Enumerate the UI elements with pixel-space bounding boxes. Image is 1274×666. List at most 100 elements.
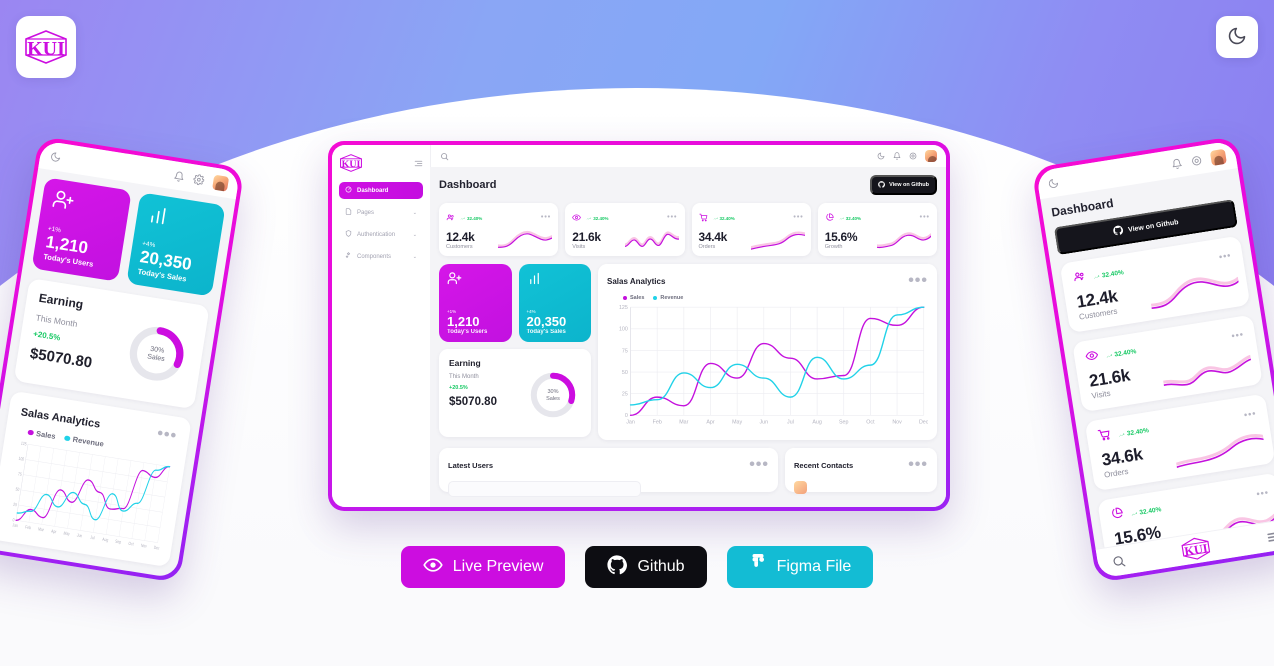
view-on-github-button[interactable]: View on Github [870,175,937,195]
earning-card[interactable]: Earning This Month +20.5% $5070.80 30% S… [13,278,210,410]
brand-logo[interactable]: KUI [16,16,76,78]
legend-swatch [653,296,658,300]
figma-icon [749,553,767,581]
eye-icon [423,555,443,580]
svg-text:Feb: Feb [25,524,32,531]
todays-sales-card[interactable]: +4% 20,350 Today's Sales [125,192,226,297]
theme-toggle-button[interactable] [1216,16,1258,58]
svg-text:Sep: Sep [839,419,849,425]
card-title: Latest Users [448,460,494,470]
more-options-icon[interactable]: ••• [667,214,677,221]
stat-card-growth[interactable]: 32.40% ••• 15.6% Growth [817,203,937,256]
search-icon[interactable] [440,152,449,161]
dashboard-icon [345,186,352,195]
svg-text:KUI: KUI [342,159,361,170]
github-button[interactable]: Github [585,546,707,588]
change-badge: 32.40% [1092,269,1124,281]
desktop-mockup: KUI Dashboard Pages ⌄ Authentication ⌄ C… [328,141,950,511]
customers-icon [446,209,455,227]
sidebar-item-authentication[interactable]: Authentication ⌄ [339,226,423,243]
analytics-card[interactable]: Salas Analytics ••• Sales Revenue 0 25 5… [598,264,937,441]
earning-card[interactable]: Earning This Month +20.5% $5070.80 30% S… [439,349,591,437]
moon-icon[interactable] [49,150,62,163]
todays-users-card[interactable]: +1% 1,210 Today's Users [439,264,512,342]
stat-header: 32.40% ••• [572,209,677,227]
sidebar-collapse-icon[interactable] [414,159,423,168]
bell-icon[interactable] [893,152,901,160]
desktop-main: Dashboard View on Github 32.40% ••• 12.4… [430,145,946,507]
phone-left-gradient-cards: +1% 1,210 Today's Users +4% 20,350 Today… [31,177,226,297]
todays-sales-card[interactable]: +4% 20,350 Today's Sales [518,264,591,342]
stat-cards-row: 32.40% ••• 12.4k Customers 32.40% ••• 21… [439,203,937,256]
avatar[interactable] [925,150,937,162]
analytics-title: Salas Analytics [19,406,102,431]
github-button-label: View on Github [1127,218,1179,234]
list-item [448,481,641,498]
more-options-icon[interactable]: ••• [1256,487,1270,499]
avatar[interactable] [212,174,230,192]
more-options-icon[interactable]: ••• [156,425,178,446]
gear-icon[interactable] [1190,154,1203,167]
sidebar-item-label: Dashboard [357,187,389,194]
svg-text:Oct: Oct [866,419,875,425]
stat-header: 32.40% ••• [825,209,930,227]
sidebar-item-label: Authentication [357,231,396,238]
more-options-icon[interactable]: ••• [908,456,928,474]
gear-icon[interactable] [909,152,917,160]
more-options-icon[interactable]: ••• [793,214,803,221]
kui-logo-icon[interactable]: KUI [339,153,363,173]
github-icon [607,554,628,580]
analytics-card[interactable]: Salas Analytics ••• Sales Revenue 0 25 50 [0,390,192,568]
figma-file-button[interactable]: Figma File [726,546,874,588]
figma-file-label: Figma File [776,558,852,575]
github-icon [878,180,886,190]
stat-card-visits[interactable]: 32.40% ••• 21.6k Visits [565,203,685,256]
more-options-icon[interactable]: ••• [1218,250,1232,262]
analytics-header: Salas Analytics ••• [607,272,928,290]
kui-logo-icon: KUI [23,28,69,66]
bell-icon[interactable] [173,170,186,183]
recent-contacts-card[interactable]: Recent Contacts ••• [785,448,937,495]
sidebar-item-dashboard[interactable]: Dashboard [339,182,423,199]
moon-icon[interactable] [1047,177,1060,190]
sales-donut-chart: 30% Sales [529,371,577,419]
bell-icon[interactable] [1171,157,1184,170]
stat-card-orders[interactable]: 32.40% ••• 34.4k Orders [691,203,811,256]
hamburger-menu-icon[interactable] [1265,527,1274,545]
svg-text:50: 50 [622,370,628,376]
change-badge: 32.40% [1118,427,1149,439]
sidebar-item-pages[interactable]: Pages ⌄ [339,204,423,221]
gear-icon[interactable] [193,173,206,186]
analytics-title: Salas Analytics [607,276,666,286]
shield-icon [345,230,352,239]
more-options-icon[interactable]: ••• [1231,329,1245,341]
svg-text:Jun: Jun [760,419,769,425]
chart-legend: Sales Revenue [607,295,928,301]
sparkline [498,230,553,248]
donut-label: Sales [546,395,560,402]
latest-users-card[interactable]: Latest Users ••• [439,448,778,498]
legend-item-revenue: Revenue [653,295,683,301]
more-options-icon[interactable]: ••• [920,214,930,221]
svg-text:100: 100 [619,327,628,333]
left-column: +1% 1,210 Today's Users +4% 20,350 Today… [439,264,591,440]
legend-label: Sales [630,295,645,301]
avatar[interactable] [1209,148,1227,166]
metric-label: Today's Sales [526,329,566,335]
more-options-icon[interactable]: ••• [908,272,928,290]
moon-icon[interactable] [877,152,885,160]
page-icon [345,208,352,217]
svg-text:Jan: Jan [12,522,18,528]
moon-icon [1227,26,1247,49]
todays-users-card[interactable]: +1% 1,210 Today's Users [31,177,132,282]
svg-text:25: 25 [622,392,628,398]
more-options-icon[interactable]: ••• [749,456,769,474]
more-options-icon[interactable]: ••• [541,214,551,221]
sidebar-header: KUI [339,153,423,173]
more-options-icon[interactable]: ••• [1243,408,1257,420]
stat-card-customers[interactable]: 32.40% ••• 12.4k Customers [439,203,559,256]
live-preview-button[interactable]: Live Preview [400,546,566,588]
svg-text:Nov: Nov [892,419,902,425]
sidebar-item-components[interactable]: Components ⌄ [339,248,423,265]
